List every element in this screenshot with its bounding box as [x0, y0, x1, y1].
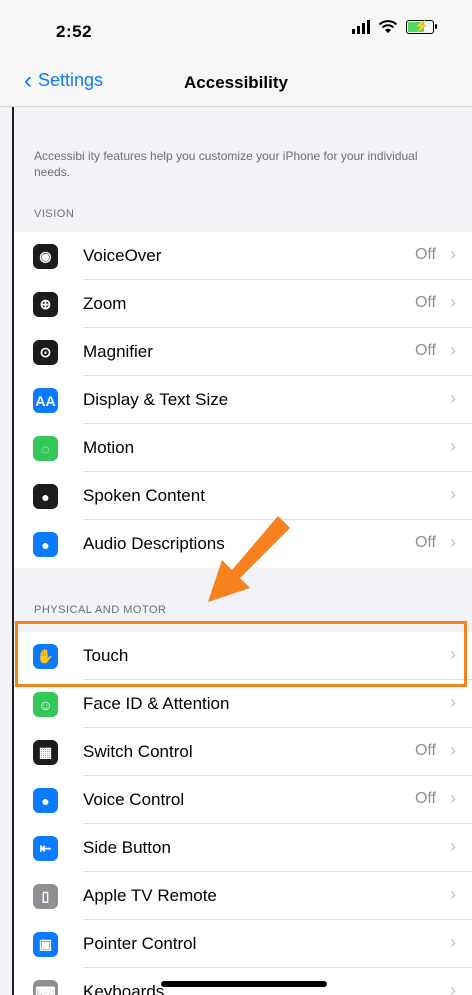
keyboard-icon: ⌨ — [33, 980, 58, 995]
chevron-right-icon: › — [450, 484, 456, 504]
list-item-side-button[interactable]: ⇤ Side Button › — [14, 824, 472, 872]
list-item-value: Off — [414, 342, 436, 359]
chevron-right-icon: › — [450, 340, 456, 360]
status-icons: ⚡ — [352, 19, 437, 34]
battery-icon: ⚡ — [406, 19, 437, 34]
chevron-right-icon: › — [450, 788, 456, 808]
list-item-label: Display & Text Size — [83, 390, 229, 409]
list-item-label: Face ID & Attention — [83, 694, 230, 713]
list-item-motion[interactable]: ◌ Motion › — [14, 424, 472, 472]
chevron-right-icon: › — [450, 692, 456, 712]
list-item-remote[interactable]: ▯ Apple TV Remote › — [14, 872, 472, 920]
list-item-value: Off — [414, 246, 436, 263]
home-indicator — [161, 981, 327, 987]
list-item-switch-control[interactable]: ▦ Switch Control Off › — [14, 728, 472, 776]
list-item-label: Side Button — [83, 838, 171, 857]
remote-icon: ▯ — [33, 884, 58, 909]
list-item-pointer[interactable]: ▣ Pointer Control › — [14, 920, 472, 968]
signal-icon — [352, 20, 370, 34]
voice-control-icon: ● — [33, 788, 58, 813]
status-time: 2:52 — [56, 22, 93, 41]
chevron-right-icon: › — [450, 292, 456, 312]
list-item-label: Magnifier — [83, 342, 153, 361]
navigation-bar: ‹ Settings Accessibility — [0, 62, 472, 107]
wifi-icon — [378, 20, 398, 33]
touch-highlight-box — [15, 621, 467, 687]
list-item-face-id[interactable]: ☺ Face ID & Attention › — [14, 680, 472, 728]
list-item-value: Off — [414, 294, 436, 311]
list-item-display-text[interactable]: AA Display & Text Size › — [14, 376, 472, 424]
list-item-zoom[interactable]: ⊕ Zoom Off › — [14, 280, 472, 328]
orange-arrow-annotation — [208, 516, 290, 602]
list-item-label: Pointer Control — [83, 934, 197, 953]
chevron-right-icon: › — [450, 932, 456, 952]
switch-control-icon: ▦ — [33, 740, 58, 765]
status-bar: 2:52 ⚡ — [0, 0, 472, 62]
chevron-right-icon: › — [450, 532, 456, 552]
side-button-icon: ⇤ — [33, 836, 58, 861]
screen: 2:52 ⚡ ‹ Settings Accessibility Accessib… — [0, 0, 472, 995]
chevron-right-icon: › — [450, 836, 456, 856]
voiceover-icon: ◉ — [33, 244, 58, 269]
zoom-icon: ⊕ — [33, 292, 58, 317]
list-item-voice-control[interactable]: ● Voice Control Off › — [14, 776, 472, 824]
chevron-right-icon: › — [450, 884, 456, 904]
list-item-value: Off — [414, 742, 436, 759]
list-item-voiceover[interactable]: ◉ VoiceOver Off › — [14, 232, 472, 280]
list-item-magnifier[interactable]: ⊙ Magnifier Off › — [14, 328, 472, 376]
section-header-physical: PHYSICAL AND MOTOR — [34, 604, 167, 616]
list-item-label: Switch Control — [83, 742, 193, 761]
face-id-icon: ☺ — [33, 692, 58, 717]
list-item-label: Voice Control — [83, 790, 185, 809]
page-title: Accessibility — [184, 73, 288, 92]
list-item-label: Keyboards — [83, 982, 165, 995]
display-text-icon: AA — [33, 388, 58, 413]
pointer-icon: ▣ — [33, 932, 58, 957]
section-header-vision: VISION — [34, 208, 75, 220]
chevron-right-icon: › — [450, 740, 456, 760]
audio-description-icon: ● — [33, 532, 58, 557]
list-item-label: Motion — [83, 438, 135, 457]
list-item-label: Zoom — [83, 294, 127, 313]
list-item-label: Apple TV Remote — [83, 886, 217, 905]
speech-bubble-icon: ● — [33, 484, 58, 509]
chevron-right-icon: › — [450, 244, 456, 264]
chevron-right-icon: › — [450, 436, 456, 456]
accessibility-description: Accessibi ity features help you customiz… — [34, 149, 418, 179]
chevron-right-icon: › — [450, 388, 456, 408]
magnifier-icon: ⊙ — [33, 340, 58, 365]
list-item-label: VoiceOver — [83, 246, 162, 265]
list-item-value: Off — [414, 790, 436, 807]
list-item-label: Spoken Content — [83, 486, 205, 505]
chevron-right-icon: › — [450, 980, 456, 995]
list-item-value: Off — [414, 534, 436, 551]
motion-icon: ◌ — [33, 436, 58, 461]
